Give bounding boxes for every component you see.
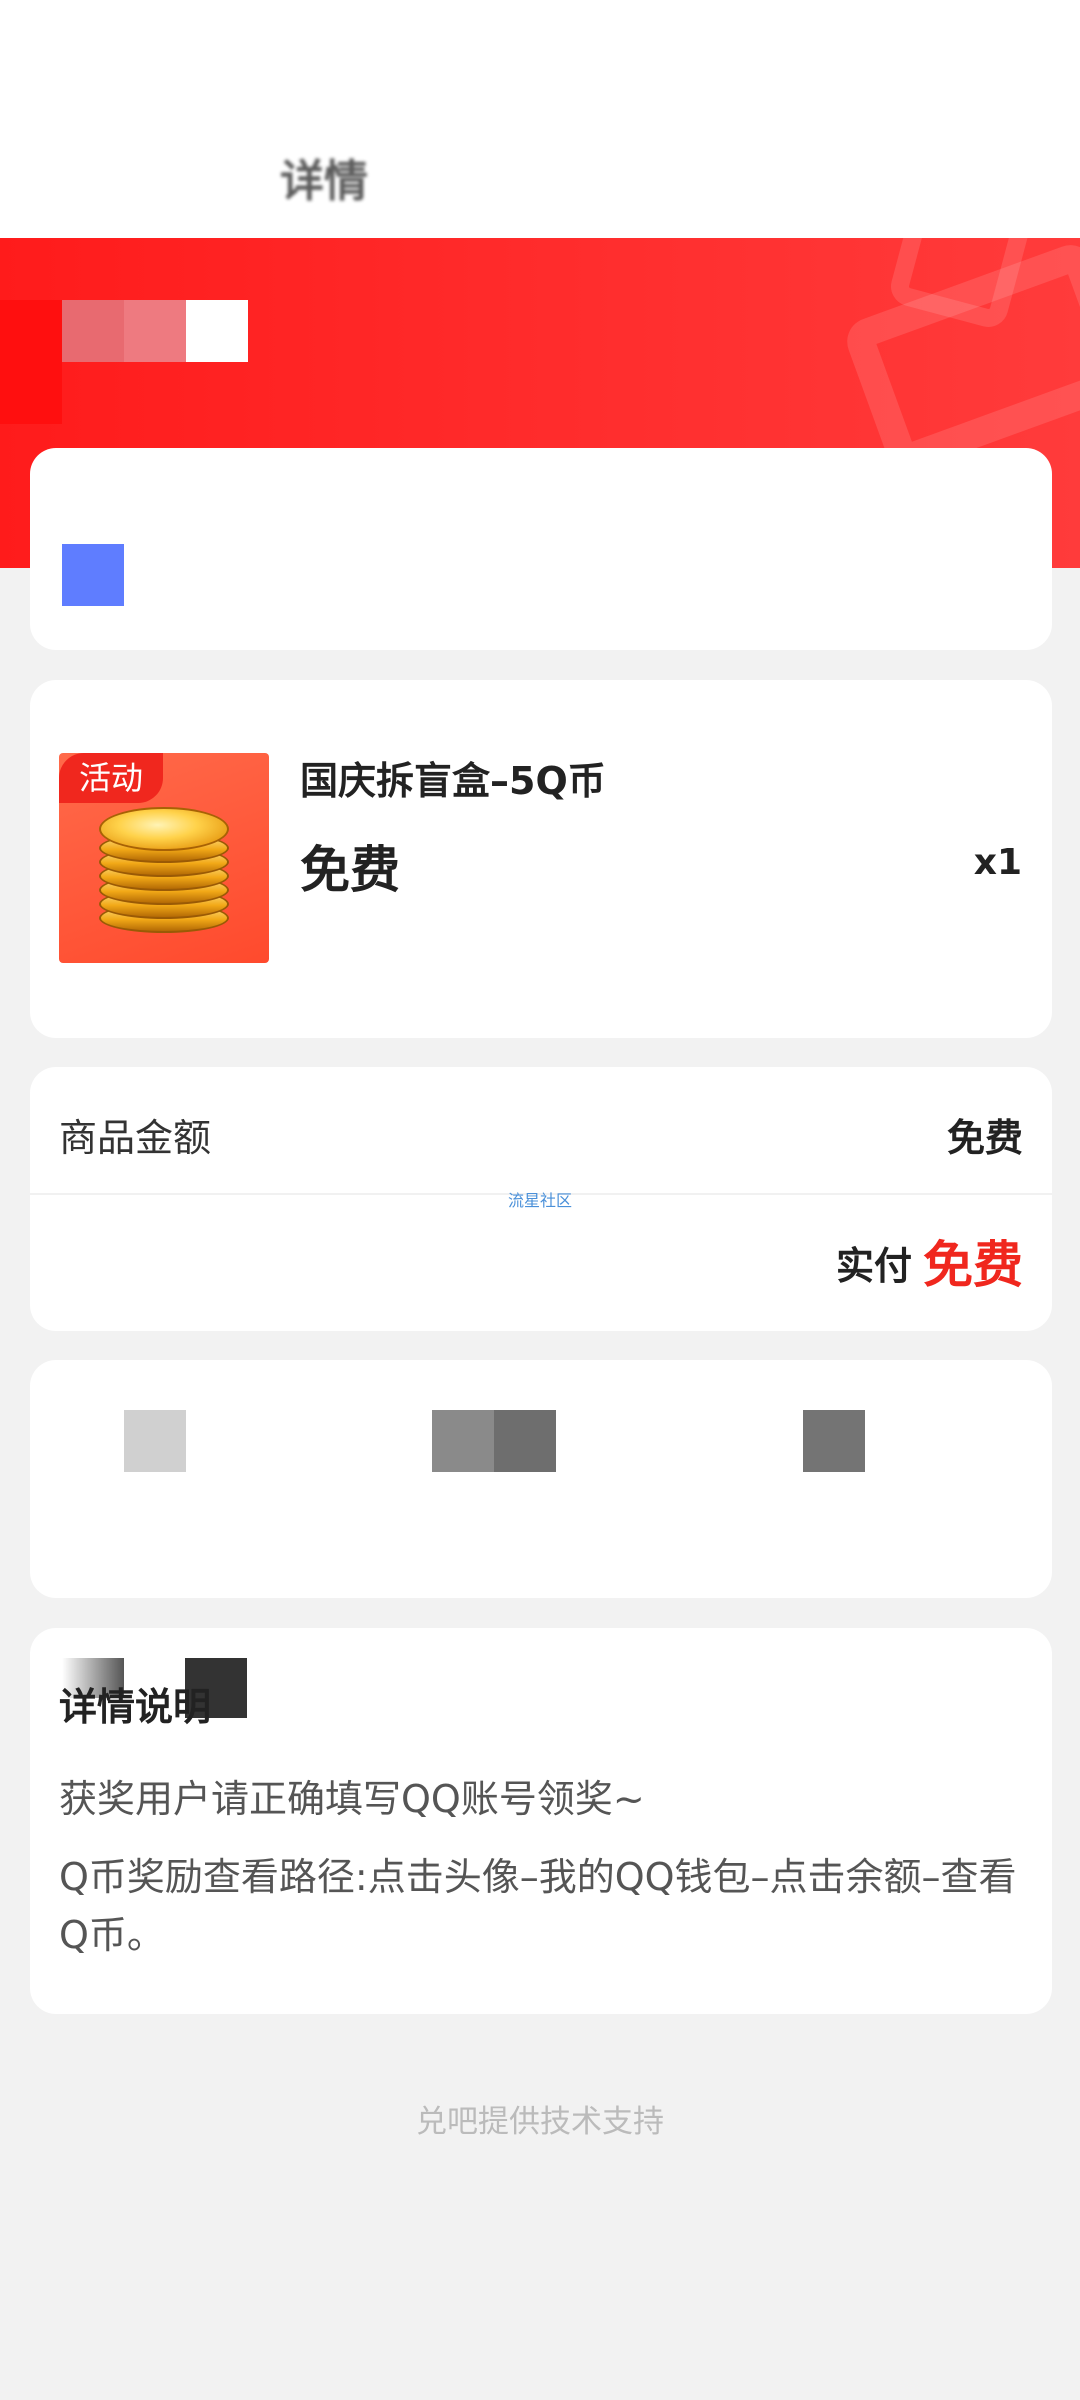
mosaic-pixel xyxy=(62,300,124,362)
product-price: 免费 xyxy=(300,841,400,899)
footer-text: 兑吧提供技术支持 xyxy=(416,2104,664,2140)
coin-icon xyxy=(99,807,229,851)
obscured-info-card xyxy=(30,1360,1052,1598)
mosaic-pixel xyxy=(124,1410,186,1472)
mosaic-pixel xyxy=(186,300,248,362)
location-icon xyxy=(62,544,124,606)
product-card: 活动 国庆拆盲盒–5Q币 免费 x1 xyxy=(30,680,1052,1038)
address-card[interactable] xyxy=(30,448,1052,650)
mosaic-pixel xyxy=(803,1410,865,1472)
mosaic-pixel xyxy=(494,1410,556,1472)
mosaic-pixel xyxy=(432,1410,494,1472)
description-line: 获奖用户请正确填写QQ账号领奖~ xyxy=(59,1777,645,1821)
mosaic-pixel xyxy=(0,300,62,424)
activity-tag: 活动 xyxy=(59,753,164,803)
top-bar: 详情 xyxy=(0,0,1080,238)
goods-amount-label: 商品金额 xyxy=(59,1116,212,1160)
mosaic-pixel xyxy=(124,300,186,362)
paid-value: 免费 xyxy=(923,1236,1023,1294)
paid-label: 实付 xyxy=(835,1244,912,1288)
goods-amount-value: 免费 xyxy=(946,1116,1023,1160)
watermark: 流星社区 xyxy=(508,1191,573,1210)
amount-card: 商品金额 免费 流星社区 实付 免费 xyxy=(30,1067,1052,1331)
page-title: 详情 xyxy=(280,156,368,207)
product-quantity: x1 xyxy=(973,842,1022,883)
description-card: 详情说明 获奖用户请正确填写QQ账号领奖~ Q币奖励查看路径:点击头像–我的QQ… xyxy=(30,1628,1052,2014)
product-name: 国庆拆盲盒–5Q币 xyxy=(300,759,606,803)
description-title: 详情说明 xyxy=(59,1685,212,1729)
description-line: Q币奖励查看路径:点击头像–我的QQ钱包–点击余额–查看Q币。 xyxy=(59,1855,1017,1957)
